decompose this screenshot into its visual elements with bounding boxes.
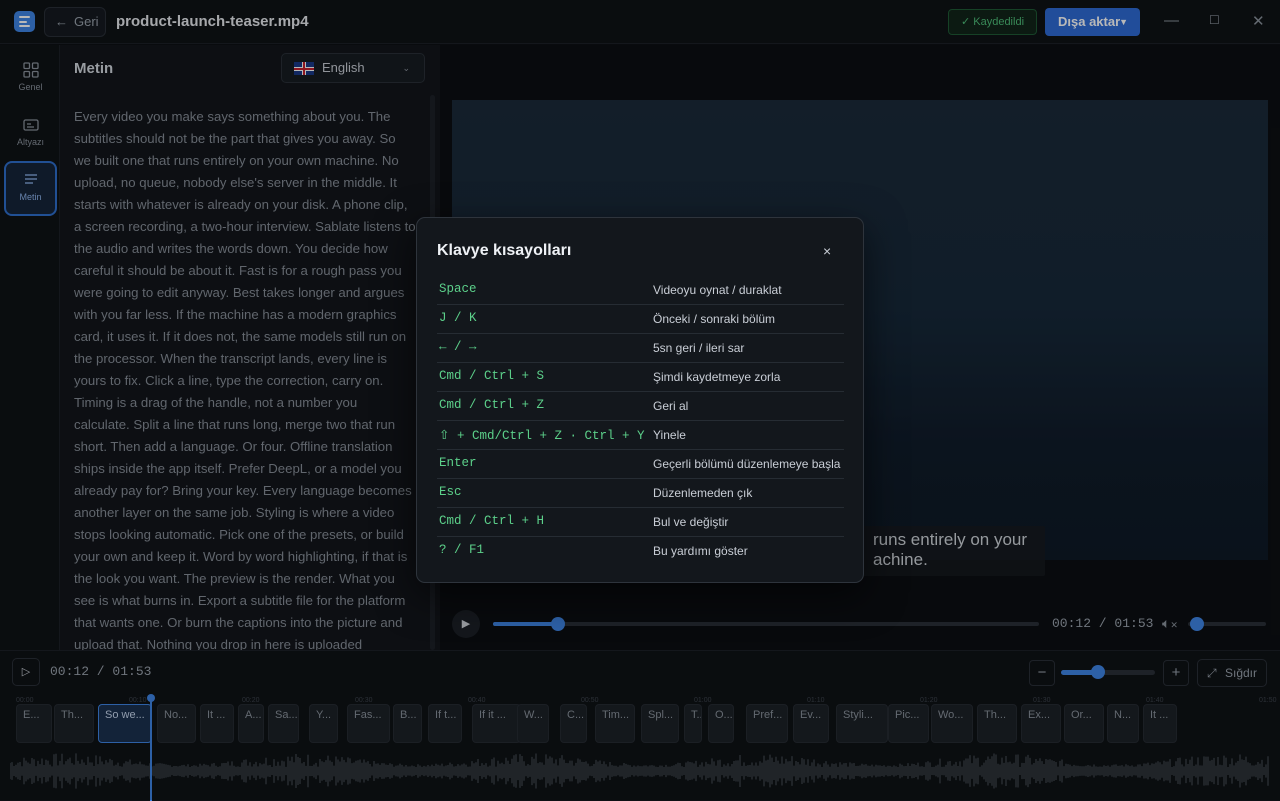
shortcut-description: Geri al [653, 399, 689, 413]
shortcut-description: Geçerli bölümü düzenlemeye başla [653, 457, 841, 471]
shortcut-description: Videoyu oynat / duraklat [653, 283, 782, 297]
shortcut-description: 5sn geri / ileri sar [653, 341, 745, 355]
shortcut-row: ← / → 5sn geri / ileri sar [437, 334, 844, 363]
shortcut-key: Esc [439, 485, 462, 499]
shortcut-description: Bul ve değiştir [653, 515, 729, 529]
shortcut-row: Cmd / Ctrl + S Şimdi kaydetmeye zorla [437, 363, 844, 392]
dialog-title: Klavye kısayolları [437, 242, 572, 259]
shortcut-key: ⇧ + Cmd/Ctrl + Z · Ctrl + Y [439, 429, 645, 443]
shortcut-key: Cmd / Ctrl + Z [439, 398, 545, 412]
shortcut-key: Cmd / Ctrl + H [439, 514, 545, 528]
shortcut-description: Yinele [653, 428, 686, 442]
keyboard-shortcuts-dialog: Klavye kısayolları × Space Videoyu oynat … [416, 217, 864, 583]
shortcut-row: ⇧ + Cmd/Ctrl + Z · Ctrl + Y Yinele [437, 421, 844, 450]
shortcut-row: J / K Önceki / sonraki bölüm [437, 305, 844, 334]
shortcut-description: Düzenlemeden çık [653, 486, 753, 500]
shortcut-row: Cmd / Ctrl + Z Geri al [437, 392, 844, 421]
shortcut-row: Space Videoyu oynat / duraklat [437, 276, 844, 305]
close-icon[interactable]: × [823, 243, 831, 259]
shortcut-key: Cmd / Ctrl + S [439, 369, 545, 383]
shortcut-description: Bu yardımı göster [653, 544, 748, 558]
shortcut-key: ? / F1 [439, 543, 485, 557]
shortcut-key: J / K [439, 311, 477, 325]
shortcut-row: Cmd / Ctrl + H Bul ve değiştir [437, 508, 844, 537]
shortcut-list: Space Videoyu oynat / duraklat J / K Önceki… [437, 276, 844, 566]
shortcut-key: Space [439, 282, 477, 296]
shortcut-row: Enter Geçerli bölümü düzenlemeye başla [437, 450, 844, 479]
shortcut-row: Esc Düzenlemeden çık [437, 479, 844, 508]
shortcut-description: Önceki / sonraki bölüm [653, 312, 776, 326]
shortcut-key: Enter [439, 456, 477, 470]
shortcut-description: Şimdi kaydetmeye zorla [653, 370, 781, 384]
shortcut-key: ← / → [439, 340, 477, 354]
shortcut-row: ? / F1 Bu yardımı göster [437, 537, 844, 566]
